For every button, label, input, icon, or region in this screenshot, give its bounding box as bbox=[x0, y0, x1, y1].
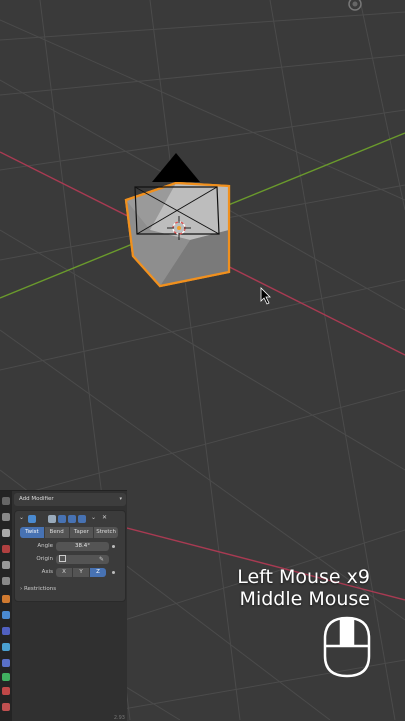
axis-z-button[interactable]: Z bbox=[90, 568, 106, 577]
origin-row: Origin ✎ bbox=[15, 554, 125, 565]
tab-taper[interactable]: Taper bbox=[69, 527, 94, 538]
eyedropper-icon[interactable]: ✎ bbox=[99, 554, 104, 565]
origin-label: Origin bbox=[36, 556, 53, 562]
modifier-menu-chevron-icon[interactable]: ⌄ bbox=[91, 514, 96, 521]
tool-tab-icon[interactable] bbox=[2, 497, 10, 505]
deform-mode-tabs: Twist Bend Taper Stretch bbox=[20, 527, 118, 538]
key-overlay-line1: Left Mouse x9 bbox=[237, 566, 370, 588]
add-modifier-label: Add Modifier bbox=[19, 496, 54, 502]
output-tab-icon[interactable] bbox=[2, 529, 10, 537]
simple-deform-icon bbox=[28, 515, 36, 523]
add-modifier-button[interactable]: Add Modifier ▾ bbox=[14, 493, 126, 506]
axis-label: Axis bbox=[41, 569, 53, 575]
key-overlay-line2: Middle Mouse bbox=[239, 588, 370, 610]
tab-bend[interactable]: Bend bbox=[44, 527, 69, 538]
angle-field[interactable]: 38.4° bbox=[56, 542, 109, 551]
render-tab-icon[interactable] bbox=[2, 513, 10, 521]
collection-tab-icon[interactable] bbox=[2, 577, 10, 585]
object-tab-icon[interactable] bbox=[2, 595, 10, 603]
viewport-toggle-icon[interactable] bbox=[68, 515, 76, 523]
navigation-gizmo-icon[interactable] bbox=[345, 0, 365, 14]
particles-tab-icon[interactable] bbox=[2, 627, 10, 635]
axis-y-button[interactable]: Y bbox=[73, 568, 89, 577]
tab-stretch[interactable]: Stretch bbox=[94, 527, 118, 538]
footer-text: 2.93 bbox=[113, 715, 125, 721]
angle-row: Angle 38.4° bbox=[15, 541, 125, 552]
data-tab-icon[interactable] bbox=[2, 673, 10, 681]
modifier-tab-icon[interactable] bbox=[2, 611, 10, 619]
restrictions-subpanel[interactable]: › Restrictions bbox=[20, 584, 56, 595]
collapse-chevron-icon[interactable]: ⌄ bbox=[19, 514, 24, 521]
texture-tab-icon[interactable] bbox=[2, 703, 10, 711]
properties-editor: Add Modifier ▾ ⌄ ⌄ ✕ Twist Bend Taper St… bbox=[0, 490, 127, 721]
edit-mode-toggle-icon[interactable] bbox=[58, 515, 66, 523]
keyframe-dot-icon[interactable] bbox=[112, 545, 115, 548]
constraints-tab-icon[interactable] bbox=[2, 659, 10, 667]
mouse-pointer-icon bbox=[260, 287, 271, 305]
vertex-filter-icon[interactable] bbox=[48, 515, 56, 523]
tab-twist[interactable]: Twist bbox=[20, 527, 44, 538]
scene-tab-icon[interactable] bbox=[2, 545, 10, 553]
properties-tab-strip bbox=[0, 491, 12, 721]
axis-row: Axis X Y Z bbox=[15, 567, 125, 578]
object-icon bbox=[59, 555, 66, 562]
axis-x-button[interactable]: X bbox=[56, 568, 72, 577]
material-tab-icon[interactable] bbox=[2, 687, 10, 695]
keyframe-dot-icon[interactable] bbox=[112, 571, 115, 574]
close-icon[interactable]: ✕ bbox=[102, 514, 107, 521]
mouse-icon bbox=[323, 616, 371, 678]
world-tab-icon[interactable] bbox=[2, 561, 10, 569]
chevron-right-icon: › bbox=[20, 586, 23, 592]
render-toggle-icon[interactable] bbox=[78, 515, 86, 523]
simple-deform-modifier-panel: ⌄ ⌄ ✕ Twist Bend Taper Stretch Angle 38.… bbox=[14, 510, 126, 602]
physics-tab-icon[interactable] bbox=[2, 643, 10, 651]
angle-label: Angle bbox=[37, 543, 53, 549]
restrictions-label: Restrictions bbox=[23, 586, 57, 592]
chevron-down-icon: ▾ bbox=[119, 496, 122, 502]
modifier-header: ⌄ ⌄ ✕ bbox=[18, 514, 123, 525]
